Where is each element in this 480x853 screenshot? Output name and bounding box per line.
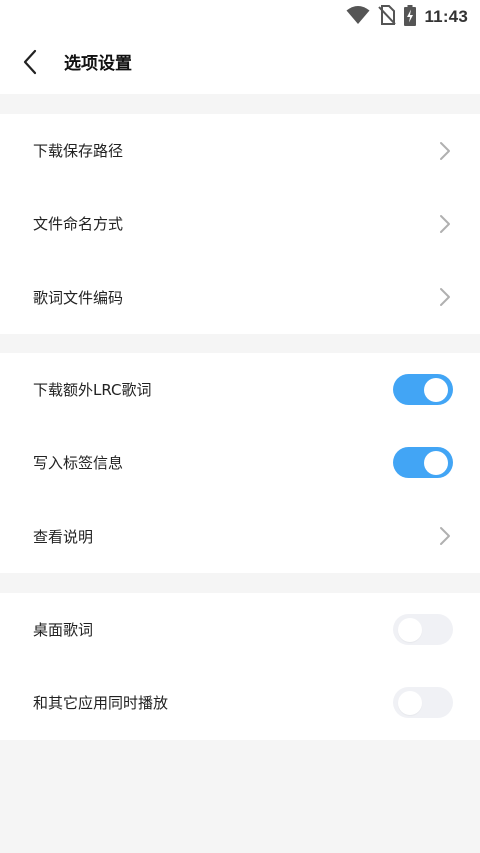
desktop-lyrics-toggle[interactable] <box>393 614 453 646</box>
status-bar: 11:43 <box>0 0 480 34</box>
settings-group-lyrics: 下载额外LRC歌词 写入标签信息 查看说明 <box>0 353 480 573</box>
back-button[interactable] <box>14 48 46 80</box>
mix-playback-toggle[interactable] <box>393 687 453 719</box>
setting-row-write-tags: 写入标签信息 <box>0 426 480 499</box>
setting-label: 下载额外LRC歌词 <box>33 381 152 400</box>
setting-label: 查看说明 <box>33 527 94 546</box>
setting-row-mix-playback: 和其它应用同时播放 <box>0 666 480 739</box>
toggle-knob <box>424 450 448 475</box>
wifi-icon <box>346 5 370 29</box>
setting-row-download-path[interactable]: 下载保存路径 <box>0 114 480 187</box>
setting-label: 写入标签信息 <box>33 454 124 473</box>
toggle-knob <box>398 690 422 715</box>
toggle-knob <box>424 377 448 402</box>
chevron-right-icon <box>438 286 452 308</box>
setting-label: 和其它应用同时播放 <box>33 694 169 713</box>
setting-label: 文件命名方式 <box>33 215 124 234</box>
setting-label: 歌词文件编码 <box>33 288 124 307</box>
extra-lrc-toggle[interactable] <box>393 374 453 406</box>
setting-label: 下载保存路径 <box>33 142 124 161</box>
setting-row-view-instructions[interactable]: 查看说明 <box>0 500 480 573</box>
page-title: 选项设置 <box>64 54 132 74</box>
setting-row-extra-lrc: 下载额外LRC歌词 <box>0 353 480 426</box>
battery-charging-icon <box>404 4 417 30</box>
setting-row-desktop-lyrics: 桌面歌词 <box>0 593 480 666</box>
toggle-knob <box>398 617 422 642</box>
back-arrow-icon <box>22 49 38 79</box>
status-time: 11:43 <box>424 7 468 26</box>
chevron-right-icon <box>438 140 452 162</box>
no-sim-icon <box>378 5 397 29</box>
setting-row-file-naming[interactable]: 文件命名方式 <box>0 187 480 260</box>
chevron-right-icon <box>438 525 452 547</box>
settings-group-download: 下载保存路径 文件命名方式 歌词文件编码 <box>0 114 480 334</box>
setting-row-lyric-encoding[interactable]: 歌词文件编码 <box>0 261 480 334</box>
status-icons: 11:43 <box>346 4 468 30</box>
write-tags-toggle[interactable] <box>393 447 453 479</box>
chevron-right-icon <box>438 213 452 235</box>
setting-label: 桌面歌词 <box>33 621 94 640</box>
settings-group-playback: 桌面歌词 和其它应用同时播放 <box>0 593 480 740</box>
app-bar: 选项设置 <box>0 34 480 94</box>
